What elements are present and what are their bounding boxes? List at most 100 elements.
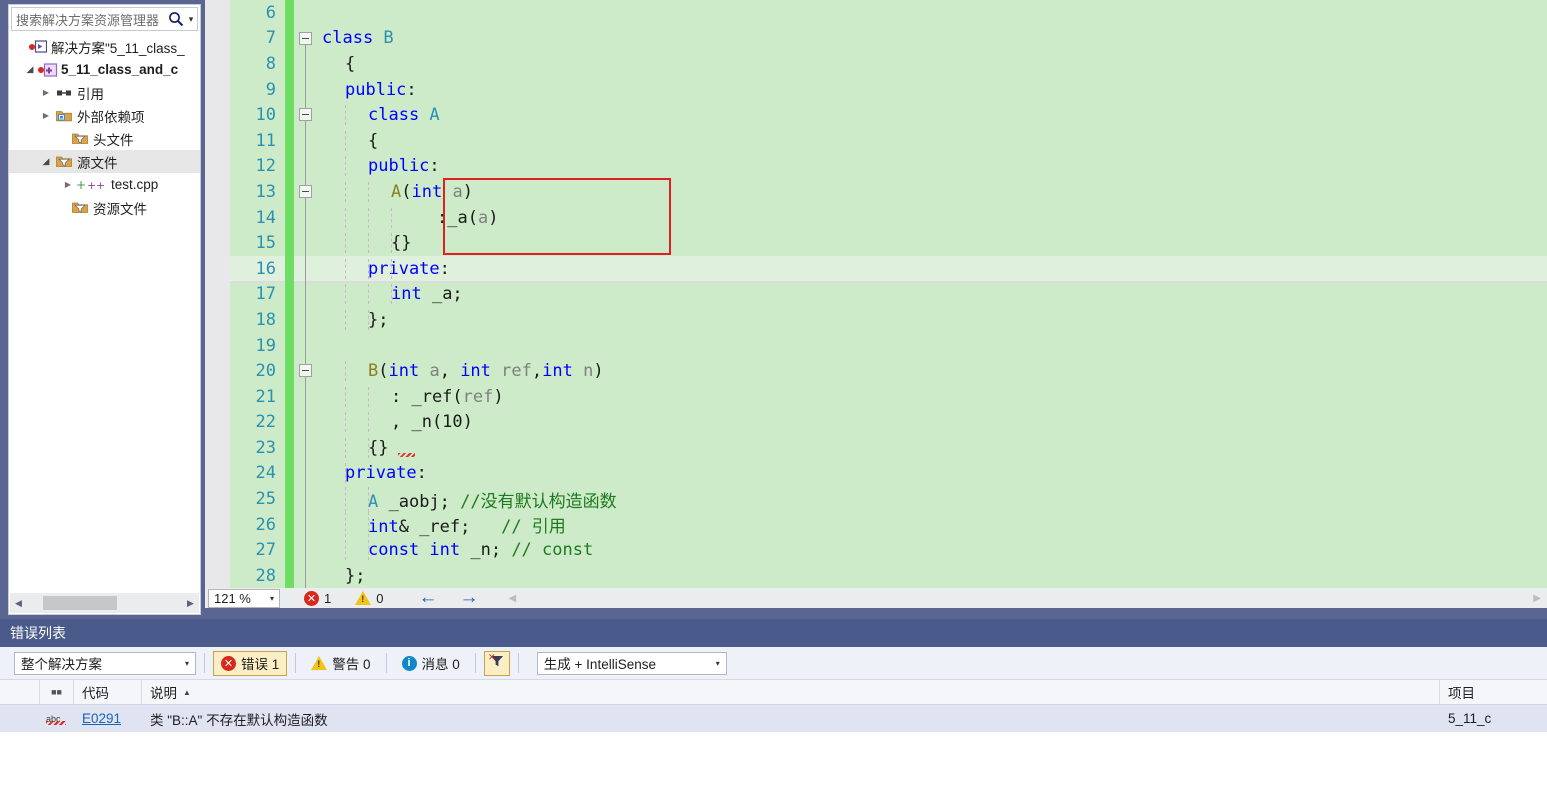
expander-right-icon[interactable] bbox=[39, 81, 53, 104]
tree-item-external-dependencies[interactable]: 外部依赖项 bbox=[9, 104, 200, 127]
solution-explorer-hscrollbar[interactable]: ◀ ▶ bbox=[10, 593, 199, 613]
code-line[interactable]: 6 bbox=[230, 0, 1547, 26]
outlining-glyph-margin[interactable] bbox=[294, 230, 322, 256]
arrow-left-icon[interactable]: ← bbox=[418, 587, 437, 609]
hscroll-thumb[interactable] bbox=[43, 596, 117, 610]
column-header-description[interactable]: 说明 ▲ bbox=[142, 680, 1440, 704]
tree-item-header-files[interactable]: 头文件 bbox=[9, 127, 200, 150]
search-dropdown-icon[interactable]: ▾ bbox=[185, 7, 197, 31]
code-line[interactable]: 14:_a(a) bbox=[230, 204, 1547, 231]
code-line[interactable]: 25 A _aobj; //没有默认构造函数 bbox=[230, 486, 1547, 512]
code-editor[interactable]: 6 7 class B 8{9 public: 10 class A 11{12 public:… bbox=[230, 0, 1547, 588]
code-line[interactable]: 23 {} bbox=[230, 435, 1547, 461]
triangle-left-icon[interactable]: ◀ bbox=[508, 593, 516, 604]
outlining-glyph-margin[interactable] bbox=[294, 563, 322, 588]
code-line[interactable]: 8{ bbox=[230, 51, 1547, 77]
outlining-glyph-margin[interactable] bbox=[294, 307, 322, 333]
tree-item-references[interactable]: 引用 bbox=[9, 81, 200, 104]
outlining-glyph-margin[interactable] bbox=[294, 76, 322, 103]
outlining-glyph-margin[interactable] bbox=[294, 102, 322, 128]
column-header-project[interactable]: 项目 bbox=[1440, 680, 1547, 704]
outlining-glyph-margin[interactable] bbox=[294, 383, 322, 410]
row-code-cell[interactable]: E0291 bbox=[74, 705, 142, 732]
clear-filter-button[interactable]: ✕ bbox=[483, 650, 510, 676]
outlining-glyph-margin[interactable] bbox=[294, 537, 322, 564]
tree-item-project[interactable]: 5_11_class_and_c bbox=[9, 58, 200, 81]
tree-item-test-cpp[interactable]: + + + test.cpp bbox=[9, 173, 200, 196]
outlining-glyph-margin[interactable] bbox=[294, 281, 322, 308]
outlining-glyph-margin[interactable] bbox=[294, 486, 322, 512]
collapse-toggle-icon[interactable] bbox=[299, 31, 312, 45]
code-line[interactable]: 17 int _a; bbox=[230, 281, 1547, 308]
column-header-code[interactable]: 代码 bbox=[74, 680, 142, 704]
code-line[interactable]: 19 bbox=[230, 332, 1547, 359]
outlining-glyph-margin[interactable] bbox=[294, 179, 322, 205]
status-warning-count[interactable]: 0 bbox=[355, 591, 383, 606]
search-icon[interactable] bbox=[167, 10, 185, 28]
search-input[interactable]: 搜索解决方案资源管理器 ▾ bbox=[11, 7, 198, 31]
outlining-glyph-margin[interactable] bbox=[294, 51, 322, 77]
code-line[interactable]: 12 public: bbox=[230, 153, 1547, 180]
arrow-right-icon[interactable]: → bbox=[459, 587, 478, 609]
chevron-down-icon[interactable]: ▾ bbox=[185, 659, 189, 668]
outlining-glyph-margin[interactable] bbox=[294, 435, 322, 461]
code-line[interactable]: 21: _ref(ref) bbox=[230, 383, 1547, 410]
triangle-left-icon[interactable]: ◀ bbox=[10, 598, 27, 609]
outlining-glyph-margin[interactable] bbox=[294, 153, 322, 180]
code-line[interactable]: 22 , _n(10) bbox=[230, 409, 1547, 436]
expander-down-icon[interactable] bbox=[23, 58, 37, 81]
warnings-filter-button[interactable]: 警告 0 bbox=[304, 651, 377, 676]
code-line[interactable]: 26 int& _ref; // 引用 bbox=[230, 511, 1547, 538]
outlining-glyph-margin[interactable] bbox=[294, 26, 322, 52]
table-row[interactable]: abc E0291 类 "B::A" 不存在默认构造函数 5_11_c bbox=[0, 705, 1547, 732]
tree-item-solution[interactable]: 解决方案"5_11_class_ bbox=[9, 35, 200, 58]
outlining-glyph-margin[interactable] bbox=[294, 0, 322, 26]
code-line[interactable]: 18}; bbox=[230, 307, 1547, 333]
outlining-glyph-margin[interactable] bbox=[294, 409, 322, 436]
outlining-glyph-margin[interactable] bbox=[294, 358, 322, 384]
chevron-down-icon[interactable]: ▾ bbox=[716, 659, 720, 668]
code-line[interactable]: 28}; bbox=[230, 563, 1547, 588]
code-line[interactable]: 27 const int _n; // const bbox=[230, 537, 1547, 564]
indent-guide bbox=[368, 181, 369, 202]
column-header-icon[interactable] bbox=[0, 680, 40, 704]
code-line[interactable]: 15 {} bbox=[230, 230, 1547, 256]
outlining-glyph-margin[interactable] bbox=[294, 332, 322, 359]
expander-right-icon[interactable] bbox=[39, 104, 53, 127]
code-line[interactable]: 11 { bbox=[230, 127, 1547, 154]
code-line[interactable]: 7 class B bbox=[230, 25, 1547, 52]
code-line[interactable]: 10 class A bbox=[230, 102, 1547, 128]
triangle-right-icon[interactable]: ▶ bbox=[182, 598, 199, 609]
code-line[interactable]: 13 A(int a) bbox=[230, 179, 1547, 205]
expander-right-icon[interactable] bbox=[61, 173, 75, 196]
scope-combo[interactable]: 整个解决方案 ▾ bbox=[14, 651, 196, 675]
outlining-glyph-margin[interactable] bbox=[294, 204, 322, 231]
outlining-glyph-margin[interactable] bbox=[294, 511, 322, 538]
expander-down-icon[interactable] bbox=[39, 150, 53, 173]
navigation-arrows[interactable]: ← → bbox=[418, 587, 478, 609]
build-filter-combo[interactable]: 生成 + IntelliSense ▾ bbox=[536, 651, 727, 675]
change-bar bbox=[285, 307, 294, 333]
zoom-level-combo[interactable]: 121 % ▾ bbox=[208, 588, 280, 608]
error-code-link[interactable]: E0291 bbox=[82, 711, 121, 726]
column-header-glyph[interactable]: ■■ bbox=[40, 680, 74, 704]
code-line[interactable]: 20 B(int a, int ref,int n) bbox=[230, 358, 1547, 384]
collapse-toggle-icon[interactable] bbox=[299, 185, 312, 199]
collapse-toggle-icon[interactable] bbox=[299, 364, 312, 378]
outlining-glyph-margin[interactable] bbox=[294, 255, 322, 282]
errors-filter-button[interactable]: ✕ 错误 1 bbox=[213, 650, 288, 676]
tree-item-source-files[interactable]: 源文件 bbox=[9, 150, 200, 173]
chevron-down-icon[interactable]: ▾ bbox=[270, 594, 274, 603]
code-line[interactable]: 24 private: bbox=[230, 460, 1547, 487]
outlining-glyph-margin[interactable] bbox=[294, 460, 322, 487]
outlining-glyph-margin[interactable] bbox=[294, 127, 322, 154]
hscroll-track[interactable] bbox=[27, 593, 182, 613]
triangle-right-icon[interactable]: ▶ bbox=[1533, 593, 1541, 604]
status-error-count[interactable]: ✕ 1 bbox=[304, 590, 331, 606]
code-line[interactable]: 16 private: bbox=[230, 255, 1547, 282]
collapse-toggle-icon[interactable] bbox=[299, 108, 312, 122]
messages-filter-button[interactable]: i 消息 0 bbox=[395, 651, 467, 676]
code-line[interactable]: 9 public: bbox=[230, 76, 1547, 103]
tree-item-resource-files[interactable]: 资源文件 bbox=[9, 196, 200, 219]
code-area[interactable]: 6 7 class B 8{9 public: 10 class A 11{12 public:… bbox=[230, 0, 1547, 588]
